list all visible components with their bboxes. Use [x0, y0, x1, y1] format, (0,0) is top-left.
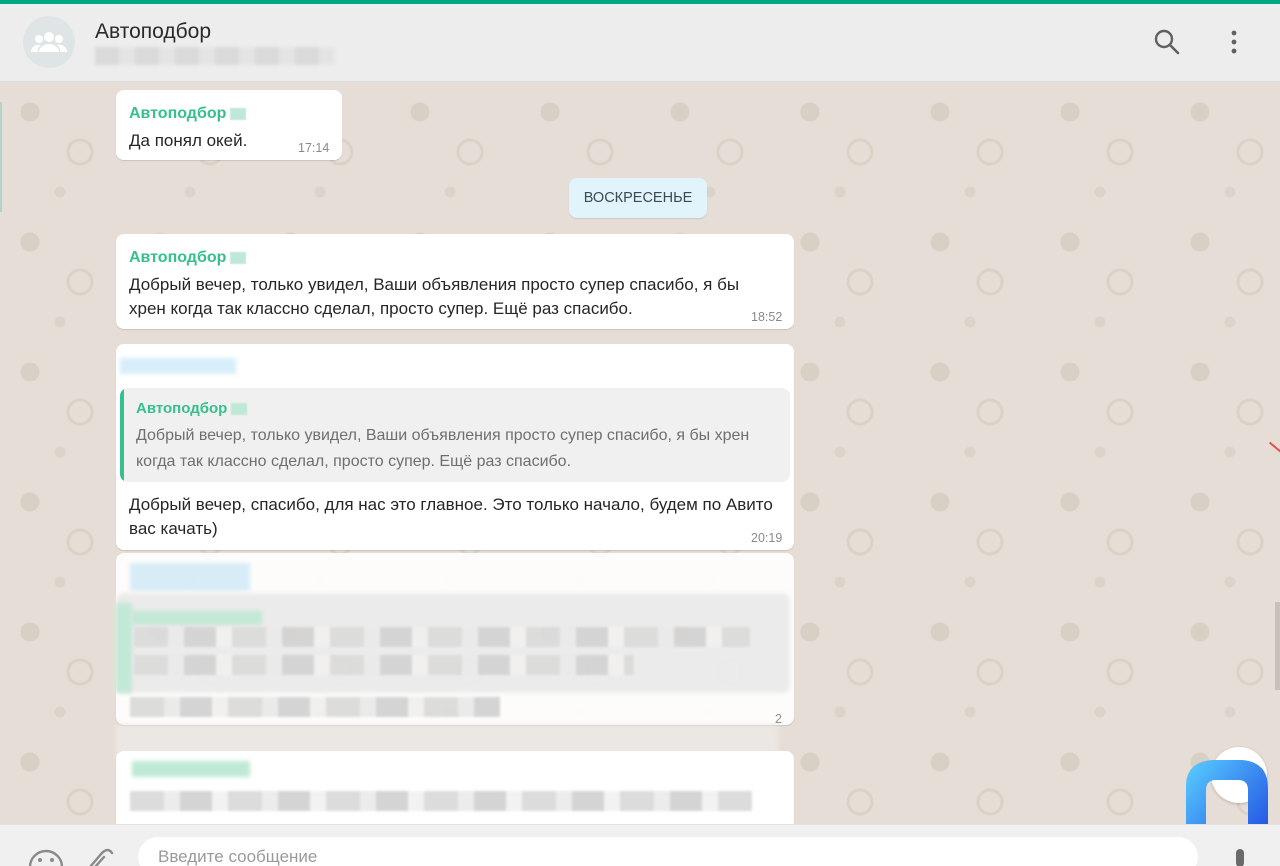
message-bubble[interactable]: Автоподбор Да понял окей. 17:14: [116, 90, 342, 160]
message-time: 18:52: [751, 310, 783, 324]
message-bubble[interactable]: Автоподбор Добрый вечер, только увидел, …: [116, 344, 794, 550]
message-bubble-blurred[interactable]: 2: [116, 553, 794, 726]
sender-badge: [230, 107, 247, 120]
blurred-text-row: [134, 655, 634, 675]
message-bubble[interactable]: Автоподбор Добрый вечер, только увидел, …: [116, 234, 794, 329]
quote-accent-blurred: [116, 603, 132, 693]
message-time: 20:19: [751, 531, 783, 545]
message-time: 2: [775, 712, 782, 726]
chat-title[interactable]: Автоподбор: [95, 20, 211, 44]
group-icon: [31, 32, 67, 52]
message-bubble-blurred[interactable]: [116, 751, 794, 824]
search-button[interactable]: [1153, 28, 1181, 56]
day-divider: ВОСКРЕСЕНЬЕ: [569, 178, 707, 218]
quote-accent-bar: [120, 388, 124, 482]
sender-name-blurred: [120, 358, 236, 374]
quote-sender-name: Автоподбор: [136, 400, 228, 417]
blurred-text-row: [134, 627, 750, 647]
microphone-icon[interactable]: [1230, 847, 1250, 866]
paperclip-icon[interactable]: [86, 845, 114, 866]
left-edge-accent: [0, 102, 2, 212]
blurred-text-row: [130, 791, 752, 811]
message-time: 17:14: [298, 141, 330, 155]
composer-bar: [0, 824, 1280, 866]
message-input[interactable]: [138, 837, 1198, 866]
message-text: Добрый вечер, только увидел, Ваши объявл…: [129, 275, 740, 318]
message-text: Добрый вечер, спасибо, для нас это главн…: [129, 495, 773, 538]
emoji-icon[interactable]: [28, 847, 64, 866]
more-vertical-icon: [1231, 30, 1237, 54]
sender-name-blurred: [130, 563, 250, 591]
message-text: Да понял окей.: [129, 131, 248, 150]
menu-button[interactable]: [1224, 28, 1244, 56]
chat-participants-blurred: [95, 47, 335, 65]
quoted-message[interactable]: Автоподбор Добрый вечер, только увидел, …: [120, 388, 790, 482]
scrollbar-thumb[interactable]: [1275, 602, 1280, 690]
avatar[interactable]: [23, 16, 75, 68]
message-sender: Автоподбор: [129, 105, 247, 123]
sender-badge: [231, 403, 248, 416]
chat-header: Автоподбор: [0, 4, 1280, 82]
message-list[interactable]: Автоподбор Да понял окей. 17:14 ВОСКРЕСЕ…: [0, 82, 1280, 824]
quote-sender-blurred: [132, 611, 262, 625]
edge-mark: [1268, 441, 1280, 453]
search-icon: [1154, 29, 1180, 55]
sender-name-blurred: [132, 761, 250, 777]
quote-sender: Автоподбор: [136, 400, 248, 417]
blurred-text-row: [130, 697, 500, 717]
quote-text: Добрый вечер, только увидел, Ваши объявл…: [136, 427, 750, 470]
sender-name: Автоподбор: [129, 249, 227, 266]
sender-badge: [230, 251, 247, 264]
message-sender: Автоподбор: [129, 249, 247, 267]
sender-name: Автоподбор: [129, 105, 227, 122]
brand-logo-icon: [1186, 760, 1268, 824]
